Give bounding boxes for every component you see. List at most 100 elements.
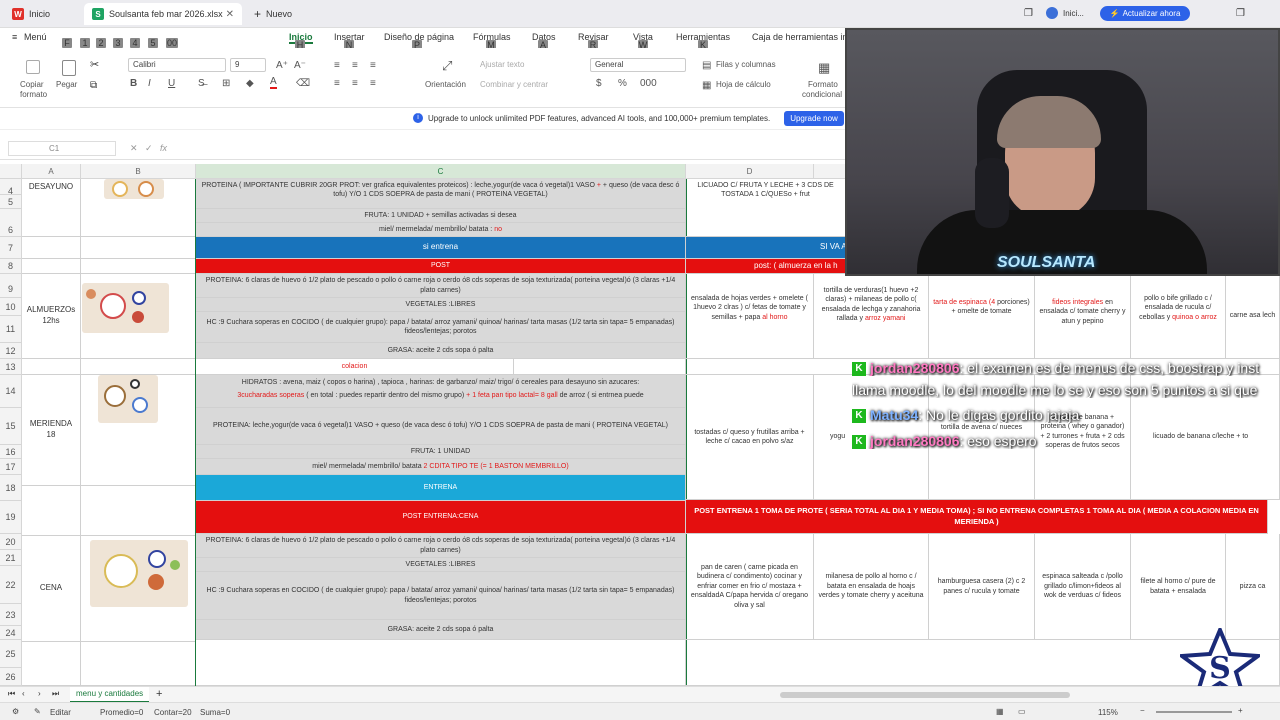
percent-icon[interactable]: %: [618, 78, 627, 89]
cena-day6-cell[interactable]: pizza ca: [1226, 534, 1280, 640]
row-header[interactable]: 6: [0, 209, 22, 237]
row-header[interactable]: 10: [0, 298, 22, 316]
user-label[interactable]: Inici...: [1063, 9, 1084, 18]
rows-columns-menu[interactable]: Filas y columnas: [716, 60, 776, 69]
almuerzo-day4-cell[interactable]: fideos integrales en ensalada c/ tomate …: [1035, 274, 1131, 359]
upgrade-now-button[interactable]: ⚡ Actualizar ahora: [1100, 6, 1190, 21]
rows-cols-icon[interactable]: ▤: [702, 60, 711, 71]
row-header[interactable]: 24: [0, 626, 22, 640]
cell[interactable]: [81, 259, 196, 274]
copy-label[interactable]: Copiar: [20, 80, 44, 89]
row-header[interactable]: 26: [0, 668, 22, 686]
row-header[interactable]: 7: [0, 237, 22, 259]
add-sheet-icon[interactable]: +: [156, 688, 162, 700]
border-icon[interactable]: ⊞: [222, 78, 230, 89]
merge-center-button[interactable]: Combinar y centrar: [480, 80, 548, 89]
cell-reference-box[interactable]: C1: [8, 141, 116, 156]
next-sheet-icon[interactable]: ›: [38, 689, 41, 698]
conditional-format-label2[interactable]: condicional: [802, 90, 842, 99]
almuerzo-day2-cell[interactable]: tortilla de verduras(1 huevo +2 claras) …: [814, 274, 929, 359]
check-icon[interactable]: ✓: [145, 143, 153, 154]
number-format-select[interactable]: General: [590, 58, 686, 72]
column-header-b[interactable]: B: [81, 164, 196, 179]
cell[interactable]: [81, 237, 196, 259]
meal-label-cena[interactable]: CENA: [22, 536, 81, 642]
align-center-icon[interactable]: ≡: [352, 78, 358, 89]
row-header[interactable]: 18: [0, 475, 22, 501]
cut-icon[interactable]: ✂: [90, 58, 99, 71]
function-icon[interactable]: fx: [160, 143, 167, 153]
cena-day2-cell[interactable]: milanesa de pollo al horno c / batata en…: [814, 534, 929, 640]
align-right-icon[interactable]: ≡: [370, 78, 376, 89]
column-header-a[interactable]: A: [22, 164, 81, 179]
align-top-icon[interactable]: ≡: [334, 60, 340, 71]
meal-label-almuerzo[interactable]: ALMUERZOs 12hs: [22, 274, 81, 359]
column-header-d[interactable]: D: [686, 164, 814, 179]
font-color-icon[interactable]: A: [270, 76, 277, 89]
settings-icon[interactable]: ⚙: [12, 707, 19, 716]
fill-color-icon[interactable]: ◆: [246, 78, 254, 89]
row-header[interactable]: 16: [0, 445, 22, 459]
user-avatar-icon[interactable]: [1046, 7, 1058, 19]
format-label[interactable]: formato: [20, 90, 47, 99]
last-sheet-icon[interactable]: ⏭: [52, 689, 59, 699]
almuerzo-day5-cell[interactable]: pollo o bife grillado c / ensalada de ru…: [1131, 274, 1226, 359]
row-header[interactable]: 15: [0, 408, 22, 445]
window-icon[interactable]: ❐: [1024, 8, 1033, 19]
row-header[interactable]: 9: [0, 274, 22, 298]
copy-icon[interactable]: [26, 60, 40, 74]
italic-icon[interactable]: I: [148, 78, 151, 89]
cell[interactable]: [22, 237, 81, 259]
shrink-font-icon[interactable]: A⁻: [294, 60, 306, 71]
wrap-text-button[interactable]: Ajustar texto: [480, 60, 524, 69]
cell[interactable]: [22, 486, 81, 536]
meal-label-merienda[interactable]: MERIENDA 18: [22, 375, 81, 486]
row-header[interactable]: 12: [0, 343, 22, 359]
sheet-menu[interactable]: Hoja de cálculo: [716, 80, 771, 89]
cena-day3-cell[interactable]: hamburguesa casera (2) c 2 panes c/ rucu…: [929, 534, 1035, 640]
almuerzo-day1-cell[interactable]: ensalada de hojas verdes + omelete ( 1hu…: [686, 274, 814, 359]
row-header[interactable]: 5: [0, 195, 22, 209]
corner-header[interactable]: [0, 164, 22, 179]
font-size-select[interactable]: 9: [230, 58, 266, 72]
zoom-in-icon[interactable]: +: [1238, 706, 1243, 715]
eraser-icon[interactable]: ⌫: [296, 78, 310, 89]
close-icon[interactable]: ✕: [226, 9, 234, 20]
cell[interactable]: [81, 642, 196, 686]
cena-day5-cell[interactable]: filete al horno c/ pure de batata + ensa…: [1131, 534, 1226, 640]
sheet-icon[interactable]: ▦: [702, 80, 711, 91]
copy-small-icon[interactable]: ⧉: [90, 80, 97, 91]
row-header[interactable]: 23: [0, 604, 22, 626]
cell[interactable]: [22, 359, 81, 375]
cena-day1-cell[interactable]: pan de caren ( carne picada en budinera …: [686, 534, 814, 640]
merienda-day1-cell[interactable]: tostadas c/ queso y frutillas arriba + l…: [686, 375, 814, 500]
cell[interactable]: [81, 486, 196, 536]
cell[interactable]: [22, 642, 81, 686]
row-header[interactable]: 20: [0, 534, 22, 550]
meal-label-desayuno[interactable]: DESAYUNO: [22, 179, 81, 237]
row-header[interactable]: 14: [0, 375, 22, 408]
conditional-format-icon[interactable]: ▦: [818, 60, 830, 76]
zoom-label[interactable]: 115%: [1098, 708, 1118, 717]
row-header[interactable]: 19: [0, 501, 22, 534]
horizontal-scrollbar[interactable]: [780, 692, 1070, 698]
sheet-tab-menu[interactable]: menu y cantidades: [70, 687, 150, 703]
conditional-format-label1[interactable]: Formato: [808, 80, 838, 89]
cena-day4-cell[interactable]: espinaca salteada c /pollo grillado c/li…: [1035, 534, 1131, 640]
bold-icon[interactable]: B: [130, 78, 137, 89]
align-left-icon[interactable]: ≡: [334, 78, 340, 89]
grow-font-icon[interactable]: A⁺: [276, 60, 288, 71]
menu-caja[interactable]: Caja de herramientas im: [752, 32, 850, 42]
first-sheet-icon[interactable]: ⏮: [8, 689, 15, 699]
tab-file[interactable]: S Soulsanta feb mar 2026.xlsx ✕: [84, 3, 242, 25]
paste-icon[interactable]: [62, 60, 76, 76]
page-view-icon[interactable]: ▭: [1018, 707, 1026, 716]
row-header[interactable]: 11: [0, 316, 22, 343]
menu-button[interactable]: Menú: [24, 32, 47, 42]
restore-window-icon[interactable]: ❐: [1236, 8, 1245, 19]
tab-home[interactable]: W Inicio: [4, 3, 80, 25]
row-header[interactable]: 17: [0, 459, 22, 475]
cell[interactable]: [22, 259, 81, 274]
almuerzo-day6-cell[interactable]: carne asa lech: [1226, 274, 1280, 359]
prev-sheet-icon[interactable]: ‹: [22, 689, 25, 698]
